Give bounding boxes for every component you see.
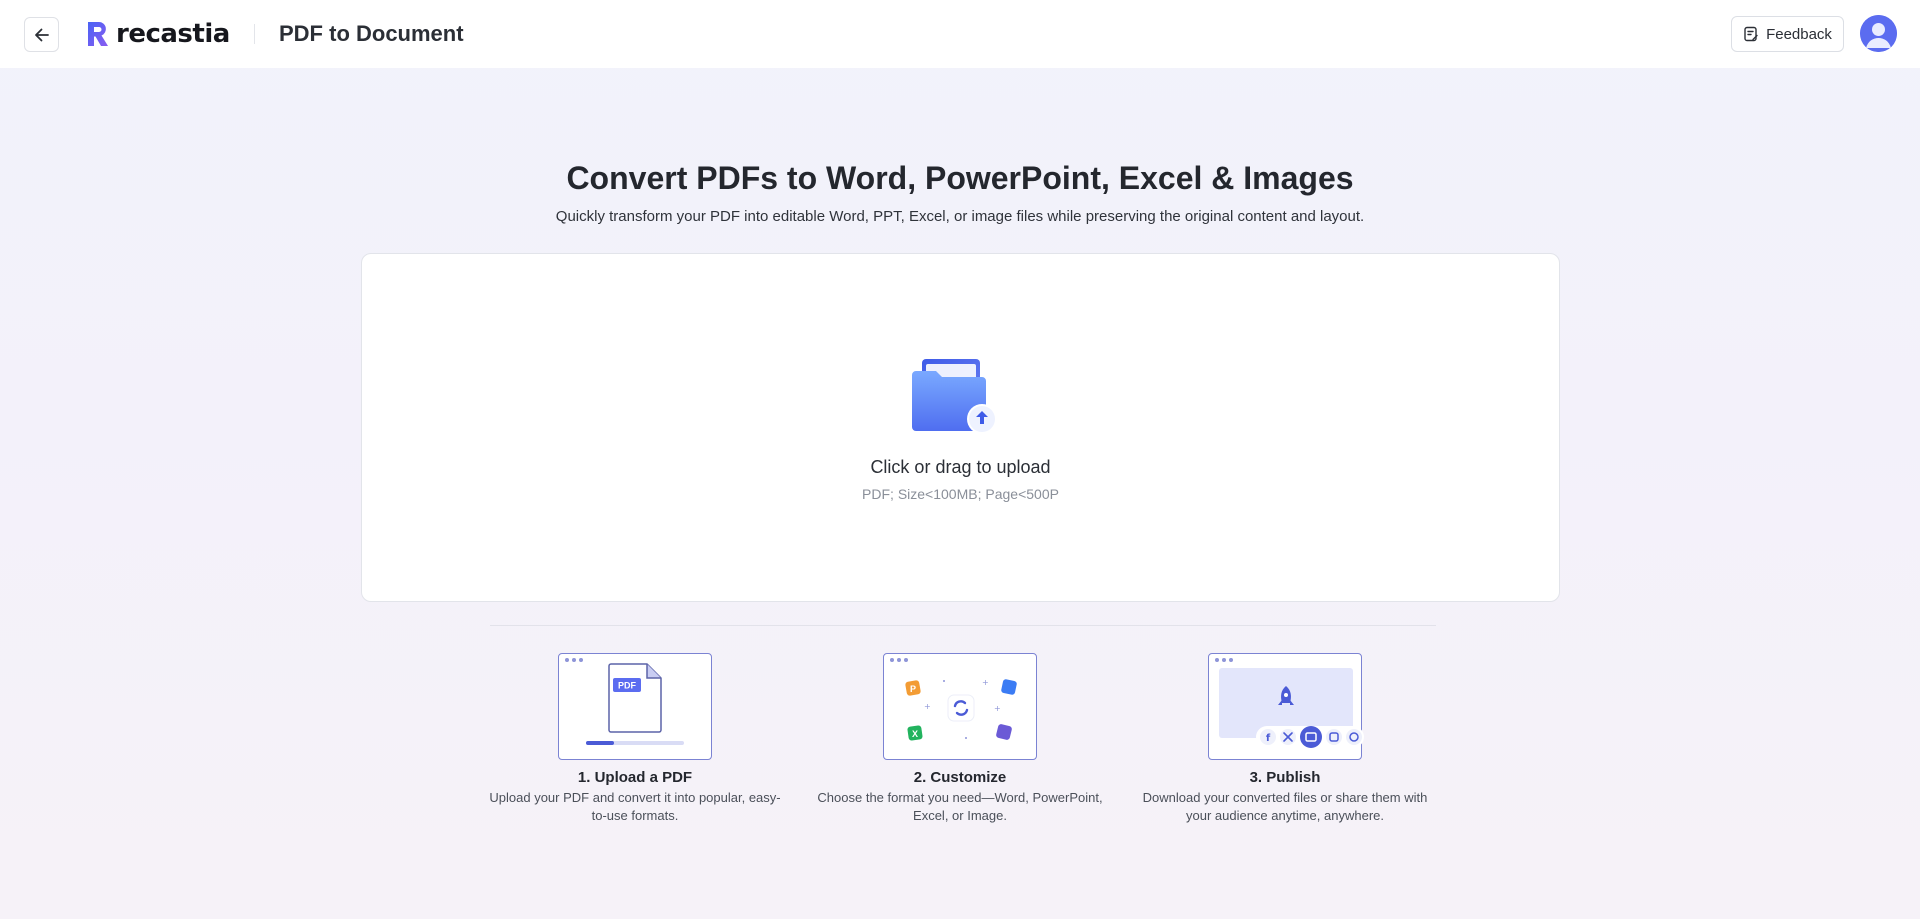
progress-bar bbox=[586, 741, 684, 745]
share-icons-row: f bbox=[1256, 726, 1364, 748]
step-publish: f 3. Publish Download your converted fil… bbox=[1125, 653, 1445, 825]
window-dots bbox=[565, 658, 583, 662]
feedback-note-icon bbox=[1744, 26, 1758, 42]
step-description-line: to-use formats. bbox=[591, 808, 679, 823]
hero-title: Convert PDFs to Word, PowerPoint, Excel … bbox=[566, 160, 1354, 196]
feedback-label: Feedback bbox=[1766, 25, 1832, 43]
step-description-line: Choose the format you need—Word, PowerPo… bbox=[817, 790, 1103, 805]
upload-hint: PDF; Size<100MB; Page<500P bbox=[862, 486, 1059, 502]
folder-upload-icon bbox=[912, 359, 997, 434]
step-publish-illustration: f bbox=[1208, 653, 1364, 760]
pdf-badge-text: PDF bbox=[618, 681, 637, 691]
upload-dropzone[interactable]: Click or drag to upload PDF; Size<100MB;… bbox=[361, 253, 1560, 602]
svg-text:P: P bbox=[910, 684, 916, 694]
step-description-line: Upload your PDF and convert it into popu… bbox=[489, 790, 781, 805]
step-upload-illustration: PDF bbox=[558, 653, 712, 760]
svg-text:+: + bbox=[982, 678, 989, 687]
format-icons-illustration: P X + + + bbox=[905, 678, 1017, 741]
step-description-line: your audience anytime, anywhere. bbox=[1185, 808, 1384, 823]
recastia-logo-icon bbox=[88, 22, 108, 46]
pdf-file-icon: PDF bbox=[608, 663, 662, 733]
step-customize-illustration: P X + + + bbox=[883, 653, 1037, 760]
svg-text:+: + bbox=[924, 702, 931, 711]
logo-text: recastia bbox=[116, 19, 230, 49]
user-avatar-icon bbox=[1860, 15, 1897, 52]
header-divider bbox=[254, 24, 255, 44]
step-description: Upload your PDF and convert it into popu… bbox=[485, 789, 785, 825]
svg-text:f: f bbox=[1266, 733, 1271, 744]
step-description: Download your converted files or share t… bbox=[1135, 789, 1435, 825]
section-divider bbox=[490, 625, 1436, 626]
step-title: 2. Customize bbox=[913, 769, 1007, 786]
svg-text:+: + bbox=[994, 704, 1001, 713]
page-title: PDF to Document bbox=[279, 21, 464, 46]
step-description-line: Excel, or Image. bbox=[913, 808, 1007, 823]
top-header: recastia PDF to Document Feedback bbox=[0, 0, 1920, 68]
arrow-left-icon bbox=[34, 28, 49, 41]
hero-subtitle: Quickly transform your PDF into editable… bbox=[555, 208, 1365, 225]
step-description: Choose the format you need—Word, PowerPo… bbox=[810, 789, 1110, 825]
step-title: 1. Upload a PDF bbox=[577, 769, 693, 786]
step-customize: P X + + + 2. Customize Choose the format… bbox=[800, 653, 1120, 825]
step-description-line: Download your converted files or share t… bbox=[1142, 790, 1428, 805]
upload-label: Click or drag to upload bbox=[870, 457, 1051, 477]
user-avatar[interactable] bbox=[1860, 15, 1897, 52]
svg-text:X: X bbox=[912, 729, 918, 739]
feedback-button[interactable]: Feedback bbox=[1731, 16, 1844, 52]
recastia-logo[interactable]: recastia bbox=[86, 16, 230, 52]
step-title: 3. Publish bbox=[1249, 769, 1321, 786]
back-button[interactable] bbox=[24, 17, 59, 52]
step-upload: PDF 1. Upload a PDF Upload your PDF and … bbox=[475, 653, 795, 825]
